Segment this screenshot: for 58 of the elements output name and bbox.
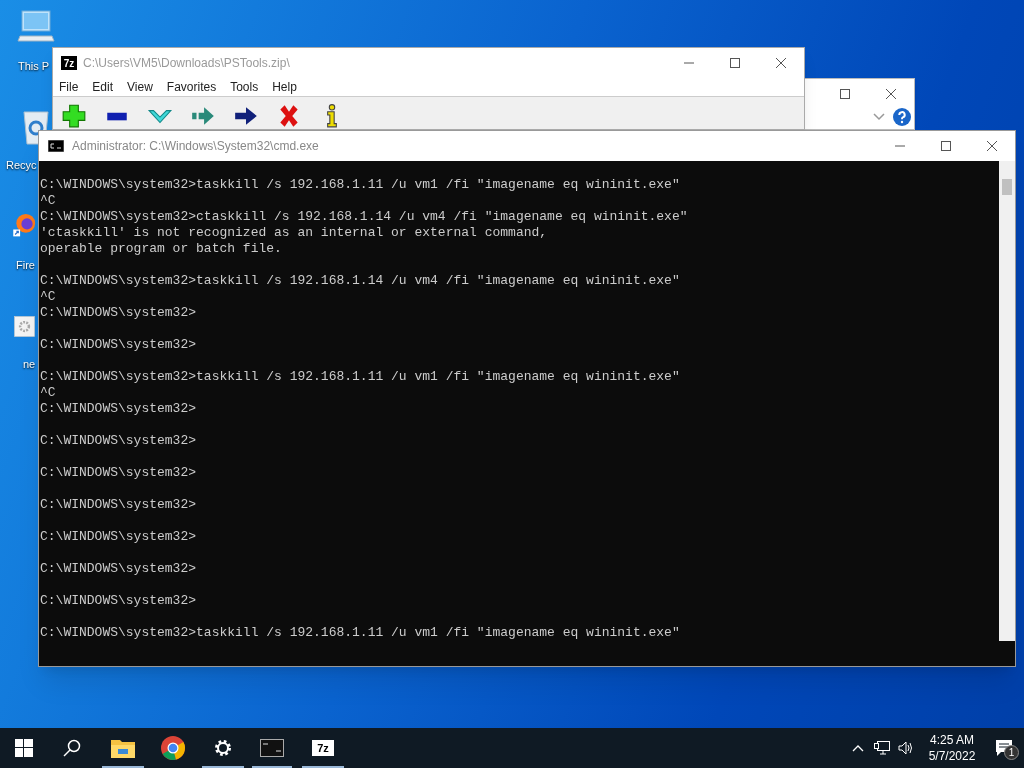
notifications-button[interactable]: 1 bbox=[984, 728, 1024, 768]
console-line: C:\WINDOWS\system32> bbox=[40, 497, 198, 513]
maximize-icon[interactable] bbox=[840, 88, 850, 99]
console-line: C:\WINDOWS\system32>taskkill /s 192.168.1.11 /u vm1 /fi "imagename eq wininit.exe" bbox=[40, 177, 681, 193]
chevron-icon[interactable] bbox=[873, 113, 885, 121]
close-icon[interactable] bbox=[776, 57, 786, 68]
console-line: C:\WINDOWS\system32> bbox=[40, 305, 198, 321]
search-icon bbox=[63, 739, 81, 757]
console-line: C:\WINDOWS\system32>taskkill /s 192.168.1.14 /u vm4 /fi "imagename eq wininit.exe" bbox=[40, 273, 681, 289]
menu-item[interactable]: View bbox=[127, 77, 153, 96]
scrollbar[interactable] bbox=[999, 161, 1015, 641]
menu-item[interactable]: Help bbox=[272, 77, 297, 96]
help-icon[interactable] bbox=[893, 108, 911, 126]
console-line: C:\WINDOWS\system32> bbox=[40, 337, 198, 353]
close-icon[interactable] bbox=[987, 141, 997, 151]
console-line: C:\WINDOWS\system32> bbox=[40, 593, 198, 609]
console-line: ^C bbox=[40, 289, 57, 305]
console-line: C:\WINDOWS\system32>ctaskkill /s 192.168.1.14 /u vm4 /fi "imagename eq wininit.exe" bbox=[40, 209, 689, 225]
window-title: Administrator: C:\Windows\System32\cmd.exe bbox=[72, 138, 320, 155]
desktop-icon-label[interactable]: This P bbox=[18, 59, 50, 73]
desktop-icon-label[interactable]: ne bbox=[23, 357, 36, 371]
terminal-icon bbox=[260, 739, 284, 757]
console-line: C:\WINDOWS\system32>taskkill /s 192.168.1.11 /u vm1 /fi "imagename eq wininit.exe" bbox=[40, 369, 681, 385]
clock-date: 5/7/2022 bbox=[928, 748, 976, 764]
console-line: C:\WINDOWS\system32>taskkill /s 192.168.1.11 /u vm1 /fi "imagename eq wininit.exe" bbox=[40, 625, 681, 641]
menu-item[interactable]: Edit bbox=[92, 77, 114, 96]
gear-file-icon[interactable] bbox=[12, 314, 37, 339]
console-line: C:\WINDOWS\system32> bbox=[40, 401, 198, 417]
console-line: C:\WINDOWS\system32> bbox=[40, 561, 198, 577]
console-line: ^C bbox=[40, 193, 57, 209]
clock-time: 4:25 AM bbox=[930, 732, 974, 748]
close-icon[interactable] bbox=[886, 88, 896, 99]
gear-icon bbox=[213, 738, 233, 758]
notification-badge: 1 bbox=[1004, 745, 1019, 760]
console-line: C:\WINDOWS\system32> bbox=[40, 529, 198, 545]
console-line: 'ctaskkill' is not recognized as an internal or external command, bbox=[40, 225, 549, 241]
desktop-icon-label[interactable]: Recyc bbox=[6, 158, 37, 172]
app-logo: 7z bbox=[312, 740, 334, 756]
desktop-icon-label[interactable]: Fire bbox=[16, 258, 35, 272]
taskbar-button[interactable]: 7z bbox=[298, 728, 348, 768]
clock[interactable]: 4:25 AM 5/7/2022 bbox=[920, 732, 984, 764]
console-line: C:\WINDOWS\system32> bbox=[40, 465, 198, 481]
menu-item[interactable]: Tools bbox=[230, 77, 259, 96]
window-title: C:\Users\VM5\Downloads\PSTools.zip\ bbox=[83, 54, 291, 72]
browser-icon[interactable] bbox=[12, 212, 37, 237]
menu-item[interactable]: Favorites bbox=[166, 77, 217, 96]
console-line: C:\WINDOWS\system32> bbox=[40, 433, 198, 449]
app-logo: 7z bbox=[61, 55, 77, 70]
console-line: operable program or batch file. bbox=[40, 241, 283, 257]
menu-item[interactable]: File bbox=[59, 77, 79, 96]
add-icon[interactable] bbox=[61, 103, 87, 129]
start-icon bbox=[15, 739, 33, 757]
maximize-icon[interactable] bbox=[941, 141, 951, 151]
terminal-icon bbox=[48, 140, 64, 152]
browser-icon bbox=[161, 736, 185, 760]
maximize-icon[interactable] bbox=[730, 57, 740, 68]
folder-icon bbox=[111, 738, 135, 758]
console-line: ^C bbox=[40, 385, 57, 401]
